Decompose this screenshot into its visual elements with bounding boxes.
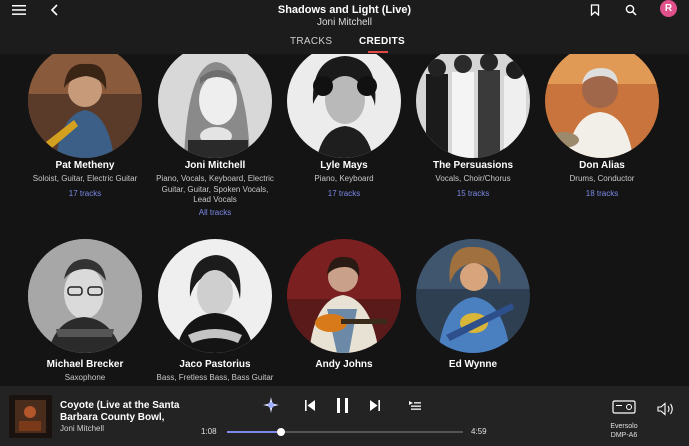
role-line: Lead Vocals	[193, 195, 237, 204]
queue-icon[interactable]	[408, 396, 422, 414]
artist-photo[interactable]	[28, 54, 142, 158]
tracks-link[interactable]: All tracks	[150, 208, 280, 217]
output-device-name[interactable]: Eversolo DMP-A6	[604, 422, 644, 440]
artist-photo[interactable]	[287, 239, 401, 353]
current-time: 1:08	[201, 427, 217, 436]
artist-roles: Soloist, Guitar, Electric Guitar	[32, 174, 138, 183]
track-title-line: Coyote (Live at the Santa	[60, 400, 180, 411]
role-line: Piano, Vocals, Keyboard, Electric	[156, 174, 274, 183]
device-icon[interactable]	[611, 398, 637, 416]
app-window: Shadows and Light (Live) Joni Mitchell R…	[0, 0, 689, 446]
tracks-link[interactable]: 17 tracks	[20, 189, 150, 198]
artist-name: Michael Brecker	[46, 359, 124, 370]
seek-bar[interactable]	[227, 428, 463, 436]
artist-photo[interactable]	[158, 239, 272, 353]
sparkle-icon[interactable]	[263, 396, 279, 414]
album-art[interactable]	[9, 395, 52, 438]
artist-roles: Saxophone	[64, 373, 106, 382]
user-avatar[interactable]: R	[660, 0, 677, 17]
track-title-line: Barbara County Bowl,	[60, 412, 165, 423]
bookmark-icon[interactable]	[585, 0, 605, 20]
seek-bar-fill	[227, 431, 281, 433]
tracks-link[interactable]: 15 tracks	[408, 189, 538, 198]
artist-name: Jaco Pastorius	[179, 359, 251, 370]
artist-name: The Persuasions	[432, 160, 514, 171]
artist-roles: Piano, Vocals, Keyboard, Electric Guitar…	[150, 174, 280, 206]
top-bar: Shadows and Light (Live) Joni Mitchell R…	[0, 0, 689, 54]
artist-photo[interactable]	[416, 239, 530, 353]
artist-name: Don Alias	[579, 160, 625, 171]
artist-photo[interactable]	[416, 54, 530, 158]
artist-photo[interactable]	[545, 54, 659, 158]
total-time: 4:59	[471, 427, 487, 436]
tab-bar: TRACKS CREDITS	[0, 36, 689, 54]
tab-credits[interactable]: CREDITS	[359, 36, 405, 47]
volume-icon[interactable]	[656, 400, 676, 418]
artist-name: Lyle Mays	[320, 160, 368, 171]
seek-bar-handle[interactable]	[276, 428, 285, 436]
device-name-line: DMP-A6	[610, 432, 638, 439]
search-icon[interactable]	[621, 0, 641, 20]
artist-name: Andy Johns	[315, 359, 373, 370]
active-tab-indicator	[368, 51, 388, 53]
artist-photo[interactable]	[287, 54, 401, 158]
pause-icon[interactable]	[334, 396, 350, 414]
role-line: Guitar, Guitar, Spoken Vocals,	[161, 184, 269, 194]
artist-name: Pat Metheny	[55, 160, 115, 171]
now-playing-bar: Coyote (Live at the Santa Barbara County…	[0, 386, 689, 446]
artist-roles: Drums, Conductor	[569, 174, 635, 183]
artist-roles: Piano, Keyboard	[314, 174, 374, 183]
artist-photo[interactable]	[28, 239, 142, 353]
credits-grid: Pat Metheny Soloist, Guitar, Electric Gu…	[0, 54, 689, 385]
device-name-line: Eversolo	[610, 423, 638, 430]
skip-previous-icon[interactable]	[303, 396, 317, 414]
artist-roles: Vocals, Choir/Chorus	[435, 174, 511, 183]
artist-name: Joni Mitchell	[184, 160, 246, 171]
artist-roles: Bass, Fretless Bass, Bass Guitar	[156, 373, 274, 382]
track-title[interactable]: Coyote (Live at the Santa Barbara County…	[60, 400, 210, 424]
artist-name: Ed Wynne	[448, 359, 498, 370]
skip-next-icon[interactable]	[368, 396, 382, 414]
tab-tracks[interactable]: TRACKS	[290, 36, 332, 47]
artist-photo[interactable]	[158, 54, 272, 158]
tracks-link[interactable]: 17 tracks	[279, 189, 409, 198]
track-artist[interactable]: Joni Mitchell	[60, 424, 104, 433]
tracks-link[interactable]: 18 tracks	[537, 189, 667, 198]
